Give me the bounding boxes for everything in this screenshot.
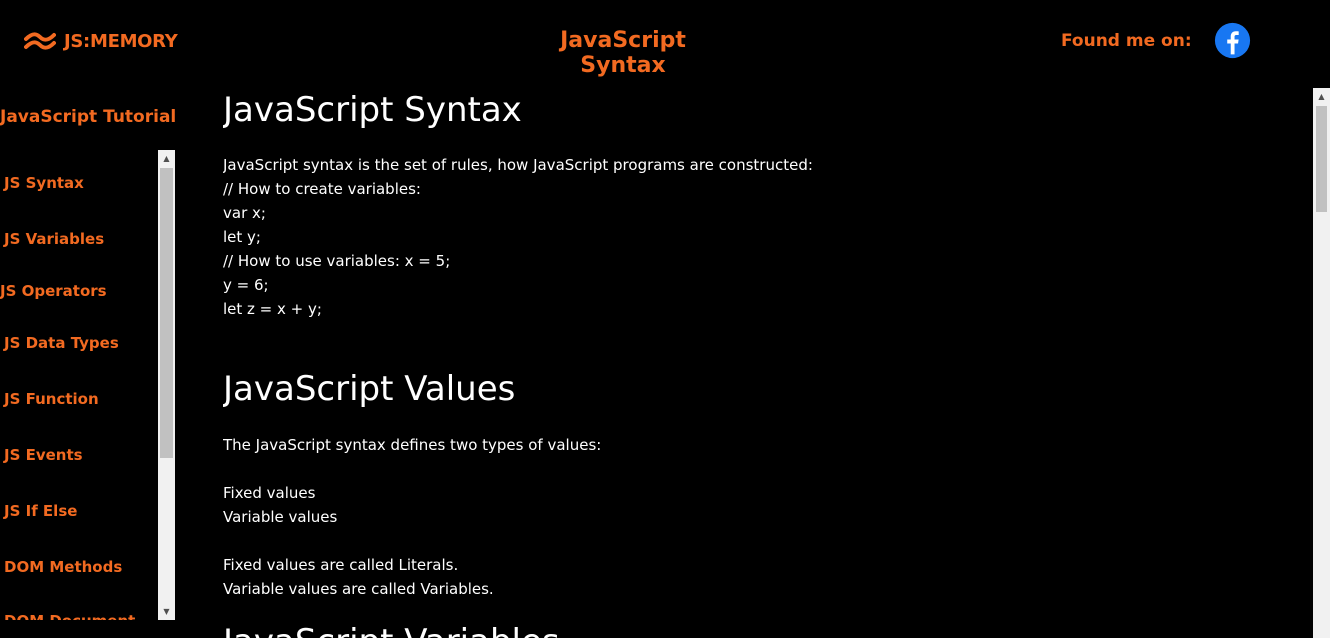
sidebar-item-js-syntax[interactable]: JS Syntax bbox=[4, 174, 84, 192]
section-heading-variables: JavaScript Variables bbox=[223, 622, 560, 638]
scroll-up-icon[interactable]: ▲ bbox=[158, 150, 175, 167]
code-line: var x; bbox=[223, 204, 266, 222]
sidebar-item-dom-document[interactable]: DOM Document bbox=[4, 612, 135, 620]
code-line: y = 6; bbox=[223, 276, 269, 294]
section-heading-syntax: JavaScript Syntax bbox=[223, 90, 522, 130]
page-scrollbar[interactable]: ▲ bbox=[1313, 88, 1330, 638]
main-content: JavaScript Syntax JavaScript syntax is t… bbox=[223, 84, 1313, 638]
facebook-icon[interactable] bbox=[1214, 22, 1251, 59]
sidebar-item-js-variables[interactable]: JS Variables bbox=[4, 230, 104, 248]
code-line: let y; bbox=[223, 228, 261, 246]
sidebar-item-js-if-else[interactable]: JS If Else bbox=[4, 502, 77, 520]
brand-link[interactable]: JS:MEMORY bbox=[24, 30, 178, 52]
page-title: JavaScript Syntax bbox=[560, 28, 686, 78]
sidebar-item-js-events[interactable]: JS Events bbox=[4, 446, 83, 464]
value-type-item: Variable values bbox=[223, 508, 338, 526]
value-note: Variable values are called Variables. bbox=[223, 580, 494, 598]
page-scroll-thumb[interactable] bbox=[1316, 106, 1327, 212]
page-scroll-up-icon[interactable]: ▲ bbox=[1313, 88, 1330, 105]
code-line: let z = x + y; bbox=[223, 300, 322, 318]
scroll-down-icon[interactable]: ▼ bbox=[158, 603, 175, 620]
section-heading-values: JavaScript Values bbox=[223, 369, 516, 409]
sidebar-item-js-data-types[interactable]: JS Data Types bbox=[4, 334, 119, 352]
value-type-item: Fixed values bbox=[223, 484, 316, 502]
sidebar-scrollbar[interactable]: ▲ ▼ bbox=[158, 150, 175, 620]
code-line: // How to use variables: x = 5; bbox=[223, 252, 451, 270]
sidebar-item-dom-methods[interactable]: DOM Methods bbox=[4, 558, 122, 576]
wave-logo-icon bbox=[24, 32, 56, 50]
code-line: // How to create variables: bbox=[223, 180, 421, 198]
syntax-description: JavaScript syntax is the set of rules, h… bbox=[223, 156, 813, 174]
values-intro: The JavaScript syntax defines two types … bbox=[223, 436, 602, 454]
sidebar-item-js-operators[interactable]: JS Operators bbox=[0, 282, 107, 300]
site-header: JS:MEMORY JavaScript Syntax Found me on: bbox=[0, 0, 1330, 84]
sidebar-nav: JS Syntax JS Variables JS Operators JS D… bbox=[0, 150, 160, 620]
value-note: Fixed values are called Literals. bbox=[223, 556, 459, 574]
sidebar-item-js-function[interactable]: JS Function bbox=[4, 390, 99, 408]
sidebar-scroll-thumb[interactable] bbox=[160, 168, 173, 458]
brand-name: JS:MEMORY bbox=[64, 30, 178, 52]
sidebar-title: JavaScript Tutorial bbox=[0, 107, 177, 127]
found-me-label: Found me on: bbox=[1061, 31, 1192, 51]
